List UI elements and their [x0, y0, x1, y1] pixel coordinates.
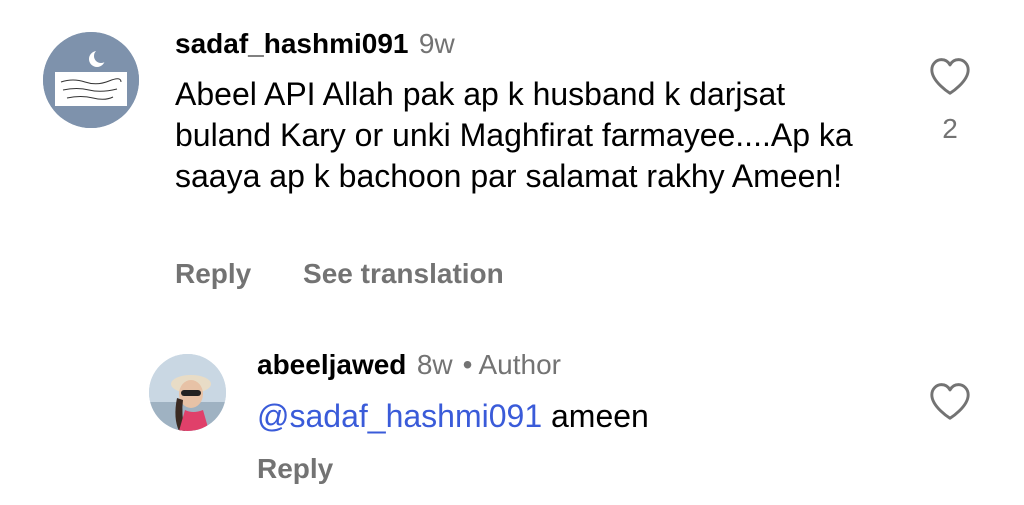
heart-outline-icon [930, 58, 970, 95]
author-badge: Author [478, 349, 561, 380]
avatar[interactable] [149, 354, 226, 431]
timestamp: 9w [418, 28, 455, 59]
username[interactable]: abeeljawed [257, 349, 406, 380]
reply-button[interactable]: Reply [257, 453, 333, 484]
timestamp: 8w [416, 349, 453, 380]
reply-comment-item: abeeljawed 8w • Author @sadaf_hashmi091 am… [0, 340, 1024, 500]
like-button[interactable] [928, 381, 972, 421]
avatar-image [43, 32, 139, 128]
comment-meta: abeeljawed 8w • Author [257, 349, 561, 381]
avatar[interactable] [43, 32, 139, 128]
heart-outline-icon [930, 383, 970, 420]
see-translation-button[interactable]: See translation [303, 258, 504, 289]
comment-text: @sadaf_hashmi091 ameen [257, 396, 649, 437]
comment-actions: Reply See translation [175, 258, 504, 290]
reply-button[interactable]: Reply [175, 258, 251, 289]
avatar-image [149, 354, 226, 431]
comment-actions: Reply [257, 453, 333, 485]
mention-link[interactable]: @sadaf_hashmi091 [257, 398, 542, 434]
like-button[interactable] [928, 56, 972, 96]
separator-dot: • [462, 349, 473, 380]
comment-item: sadaf_hashmi091 9w Abeel API Allah pak a… [0, 22, 1024, 312]
username[interactable]: sadaf_hashmi091 [175, 28, 408, 59]
comment-body: ameen [542, 398, 649, 434]
comment-meta: sadaf_hashmi091 9w [175, 28, 455, 60]
like-count: 2 [942, 113, 958, 144]
comment-text: Abeel API Allah pak ap k husband k darjs… [175, 76, 853, 194]
